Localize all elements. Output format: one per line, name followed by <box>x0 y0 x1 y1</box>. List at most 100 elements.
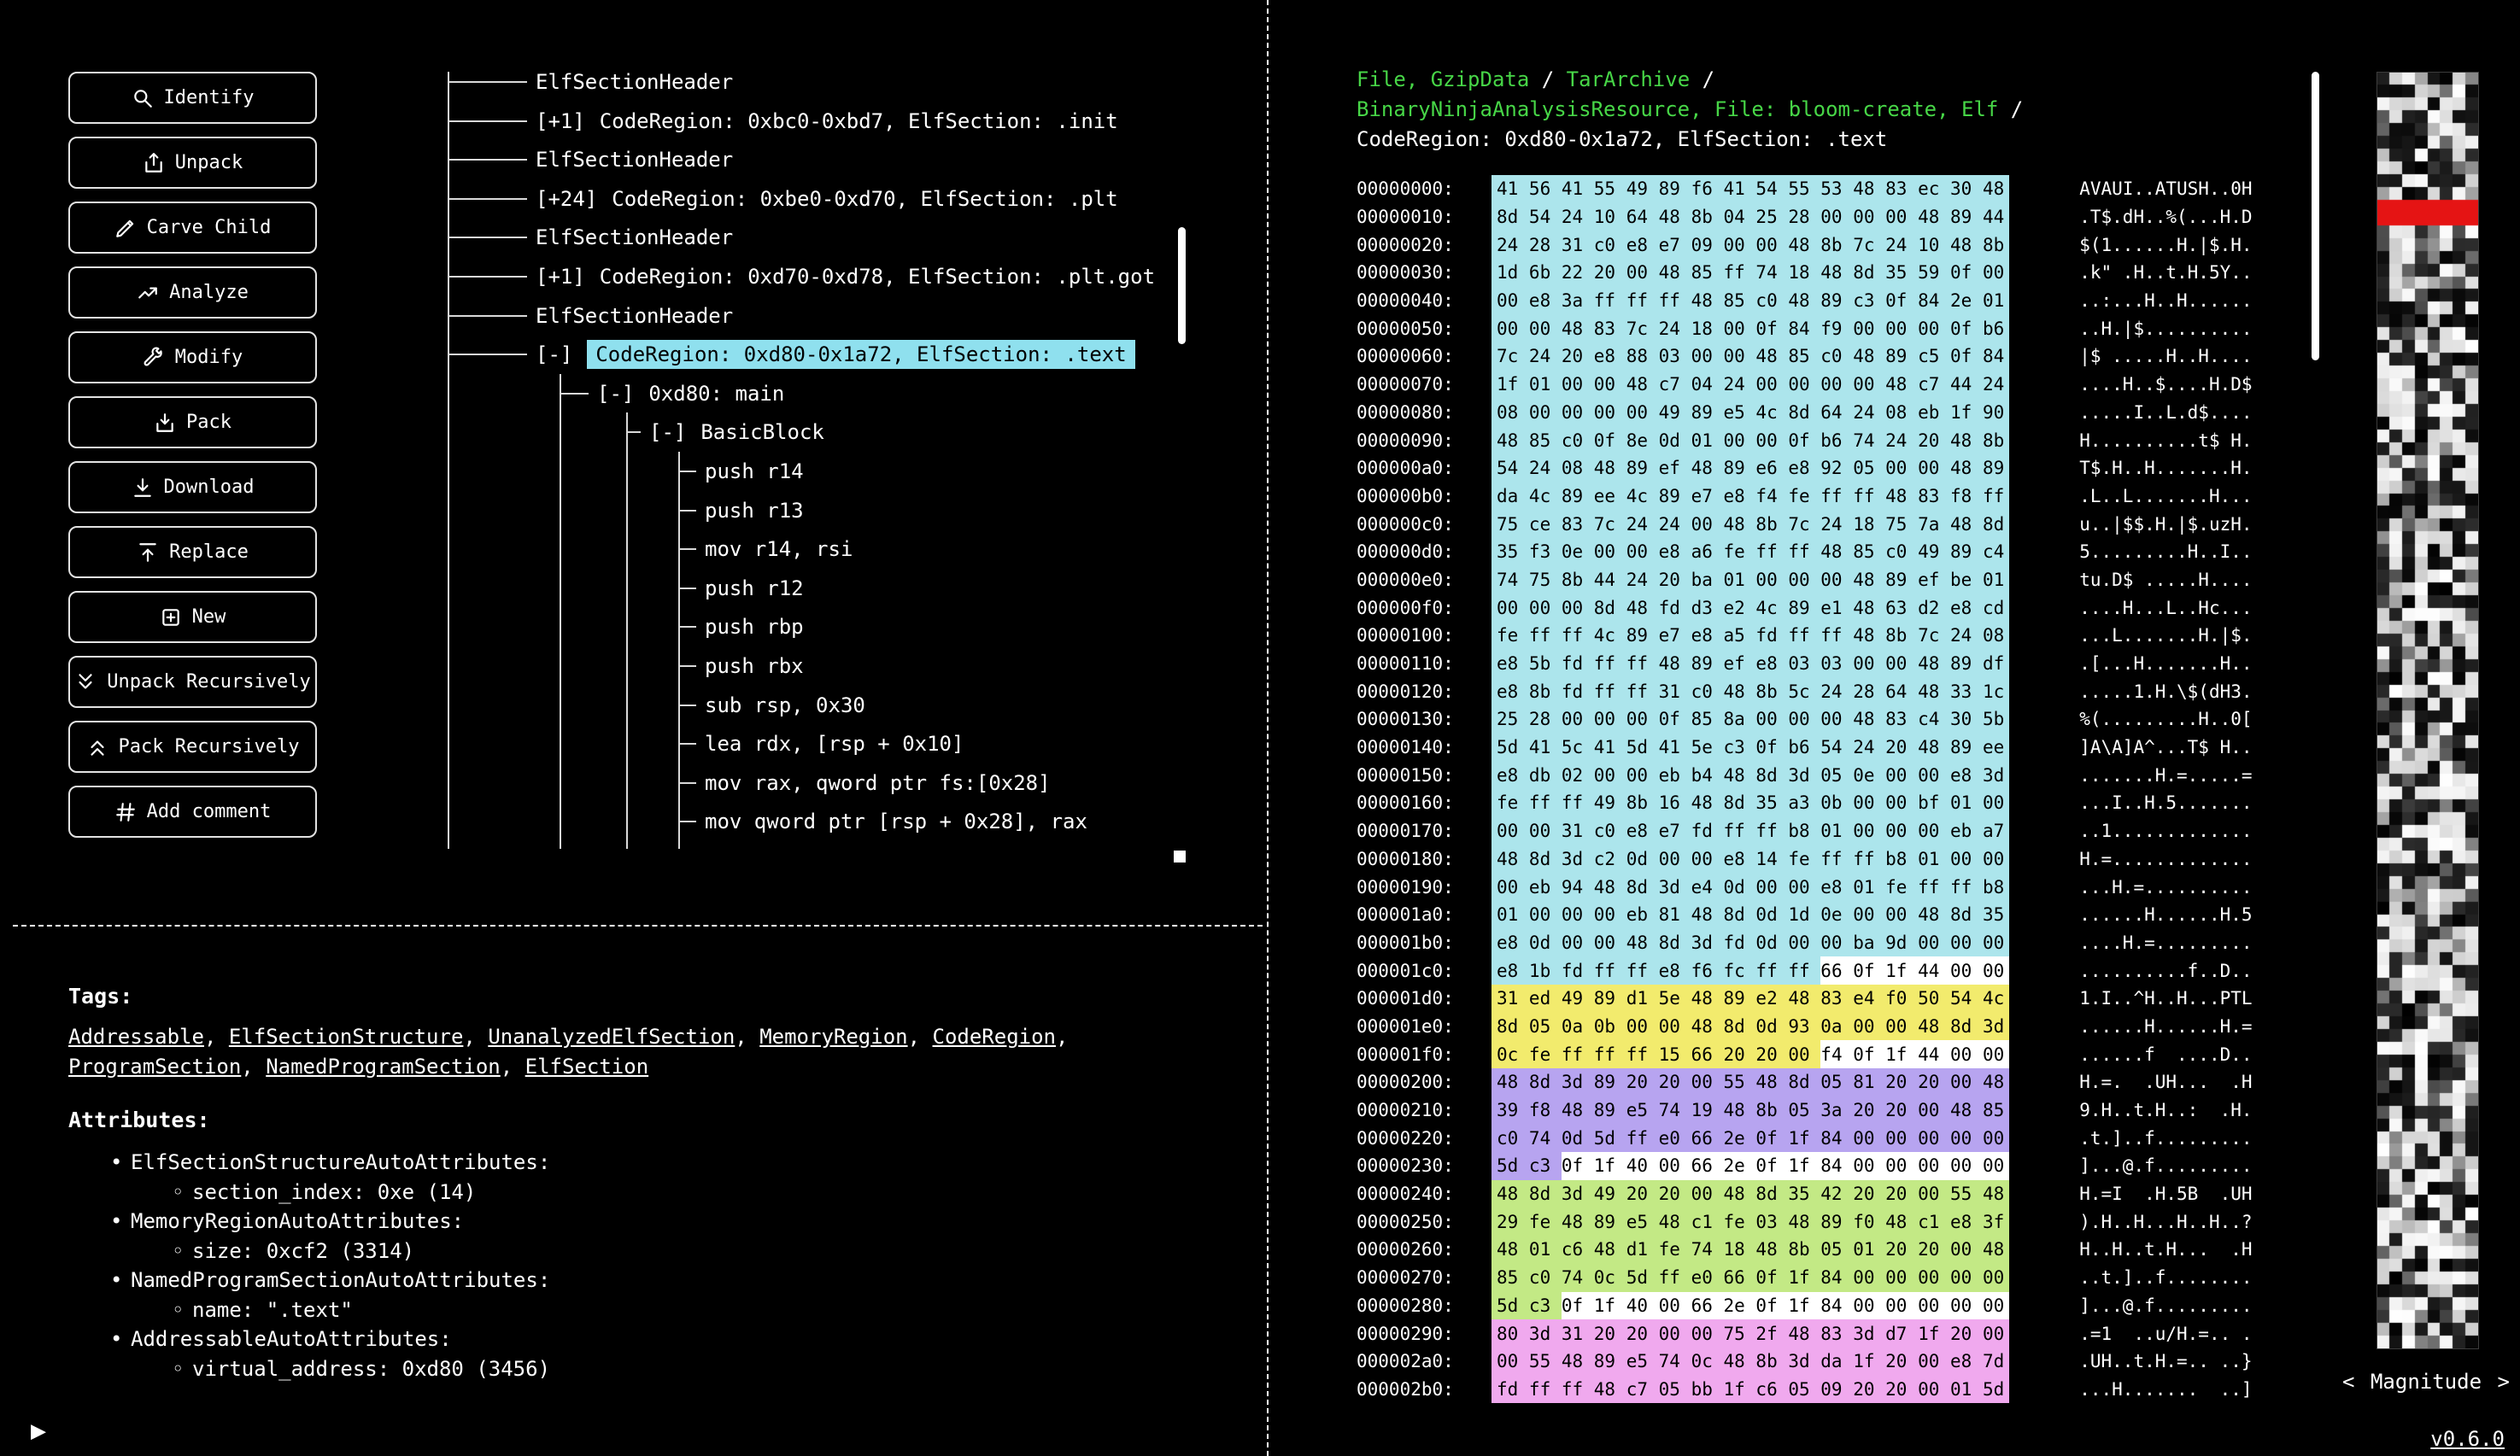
hex-byte-run[interactable]: 0f 1f 40 00 66 2e 0f 1f 84 00 00 00 00 0… <box>1561 1152 2010 1180</box>
add-comment-button[interactable]: Add comment <box>68 786 317 838</box>
pack-button[interactable]: Pack <box>68 396 317 448</box>
expand-toggle[interactable]: [+1] <box>536 109 585 133</box>
hex-byte-run[interactable]: 1d 6b 22 20 00 48 85 ff 74 18 48 8d 35 5… <box>1491 259 2010 287</box>
hex-byte-run[interactable]: 00 00 48 83 7c 24 18 00 0f 84 f9 00 00 0… <box>1491 314 2010 343</box>
hex-byte-run[interactable]: da 4c 89 ee 4c 89 e7 e8 f4 fe ff ff 48 8… <box>1491 482 2010 511</box>
hex-byte-run[interactable]: e8 0d 00 00 48 8d 3d fd 0d 00 00 ba 9d 0… <box>1491 928 2010 957</box>
unpack-recursively-button[interactable]: Unpack Recursively <box>68 656 317 708</box>
hex-byte-run[interactable]: 74 75 8b 44 24 20 ba 01 00 00 00 48 89 e… <box>1491 565 2010 594</box>
hex-row[interactable]: 00000070: 1f 01 00 00 48 c7 04 24 00 00 0… <box>1357 370 2253 399</box>
collapse-toggle[interactable]: [-] <box>597 382 634 406</box>
tag-link[interactable]: ProgramSection <box>68 1055 241 1079</box>
expand-toggle[interactable]: [+24] <box>536 187 597 211</box>
tree-node[interactable]: push r14 <box>705 452 804 491</box>
hex-byte-run[interactable]: fe ff ff 4c 89 e7 e8 a5 fd ff ff 48 8b 7… <box>1491 622 2010 650</box>
tree-node-label[interactable]: CodeRegion: 0xbc0-0xbd7, ElfSection: .in… <box>600 109 1118 133</box>
magnitude-next-arrow[interactable]: > <box>2498 1370 2510 1394</box>
hex-row[interactable]: 000002b0: fd ff ff 48 c7 05 bb 1f c6 05 0… <box>1357 1375 2253 1404</box>
hex-byte-run[interactable]: 48 8d 3d 49 20 20 00 48 8d 35 42 20 20 0… <box>1491 1179 2010 1208</box>
tree-node[interactable]: ElfSectionHeader <box>536 296 733 336</box>
hex-row[interactable]: 000001b0: e8 0d 00 00 48 8d 3d fd 0d 00 0… <box>1357 928 2253 957</box>
hex-byte-run[interactable]: 25 28 00 00 00 0f 85 8a 00 00 00 48 83 c… <box>1491 705 2010 734</box>
pack-recursively-button[interactable]: Pack Recursively <box>68 721 317 773</box>
breadcrumb-ancestor-link[interactable]: BinaryNinjaAnalysisResource, File: bloom… <box>1357 97 1998 121</box>
hex-row[interactable]: 00000210: 39 f8 48 89 e5 74 19 48 8b 05 3… <box>1357 1096 2253 1125</box>
tree-node[interactable]: [-] BasicBlock <box>649 412 824 452</box>
hex-row[interactable]: 00000170: 00 00 31 c0 e8 e7 fd ff ff b8 0… <box>1357 816 2253 845</box>
tree-node-label[interactable]: CodeRegion: 0xd70-0xd78, ElfSection: .pl… <box>600 265 1155 289</box>
hex-byte-run[interactable]: 31 ed 49 89 d1 5e 48 89 e2 48 83 e4 f0 5… <box>1491 984 2010 1013</box>
tree-node-label[interactable]: BasicBlock <box>700 420 824 444</box>
tag-link[interactable]: UnanalyzedElfSection <box>488 1025 735 1049</box>
hex-row[interactable]: 000001c0: e8 1b fd ff ff e8 f6 fc ff ff 6… <box>1357 956 2253 985</box>
tree-node[interactable]: push rbp <box>705 607 804 646</box>
tree-node-label[interactable]: sub rsp, 0x30 <box>705 693 865 717</box>
hex-byte-run[interactable]: 80 3d 31 20 20 00 00 75 2f 48 83 3d d7 1… <box>1491 1319 2010 1348</box>
hex-row[interactable]: 00000280: 5d c3 0f 1f 40 00 66 2e 0f 1f 8… <box>1357 1291 2253 1320</box>
hex-byte-run[interactable]: e8 db 02 00 00 eb b4 48 8d 3d 05 0e 00 0… <box>1491 761 2010 790</box>
tree-node[interactable]: [-] 0xd80: main <box>597 374 784 413</box>
tree-node[interactable]: [+24] CodeRegion: 0xbe0-0xd70, ElfSection… <box>536 179 1118 219</box>
hex-row[interactable]: 00000030: 1d 6b 22 20 00 48 85 ff 74 18 4… <box>1357 259 2253 287</box>
play-button[interactable]: ▶ <box>31 1416 46 1446</box>
tag-link[interactable]: ElfSection <box>525 1055 649 1079</box>
hex-byte-run[interactable]: f4 0f 1f 44 00 00 <box>1820 1040 2010 1068</box>
tree-node-label[interactable]: ElfSectionHeader <box>536 70 733 94</box>
tag-link[interactable]: ElfSectionStructure <box>229 1025 464 1049</box>
tag-link[interactable]: MemoryRegion <box>759 1025 907 1049</box>
hex-scrollbar[interactable] <box>2312 72 2319 360</box>
tree-scrollbar[interactable] <box>1178 227 1186 344</box>
tree-node[interactable]: lea rdx, [rsp + 0x10] <box>705 724 964 763</box>
unpack-button[interactable]: Unpack <box>68 137 317 189</box>
identify-button[interactable]: Identify <box>68 72 317 124</box>
hex-byte-run[interactable]: 0c fe ff ff ff 15 66 20 20 00 <box>1491 1040 1821 1068</box>
hex-byte-run[interactable]: 48 01 c6 48 d1 fe 74 18 48 8b 05 01 20 2… <box>1491 1236 2010 1264</box>
tree-node-label[interactable]: 0xd80: main <box>648 382 784 406</box>
hex-byte-run[interactable]: 01 00 00 00 eb 81 48 8d 0d 1d 0e 00 00 4… <box>1491 900 2010 929</box>
tree-node-label[interactable]: push r12 <box>705 576 804 600</box>
hex-row[interactable]: 000000a0: 54 24 08 48 89 ef 48 89 e6 e8 9… <box>1357 453 2253 482</box>
hex-byte-run[interactable]: 00 eb 94 48 8d 3d e4 0d 00 00 e8 01 fe f… <box>1491 873 2010 901</box>
hex-byte-run[interactable]: 35 f3 0e 00 00 e8 a6 fe ff ff 48 85 c0 4… <box>1491 537 2010 566</box>
hex-byte-run[interactable]: 00 00 00 8d 48 fd d3 e2 4c 89 e1 48 63 d… <box>1491 594 2010 622</box>
hex-byte-run[interactable]: c0 74 0d 5d ff e0 66 2e 0f 1f 84 00 00 0… <box>1491 1124 2010 1153</box>
modify-button[interactable]: Modify <box>68 331 317 383</box>
tree-node[interactable]: push rbx <box>705 646 804 686</box>
hex-byte-run[interactable]: 48 8d 3d c2 0d 00 00 e8 14 fe ff ff b8 0… <box>1491 845 2010 874</box>
version-link[interactable]: v0.6.0 <box>2430 1427 2505 1451</box>
hex-row[interactable]: 000000f0: 00 00 00 8d 48 fd d3 e2 4c 89 e… <box>1357 594 2253 622</box>
tree-node-label[interactable]: mov rax, qword ptr fs:[0x28] <box>705 771 1051 795</box>
hex-byte-run[interactable]: e8 5b fd ff ff 48 89 ef e8 03 03 00 00 4… <box>1491 649 2010 678</box>
hex-byte-run[interactable]: 75 ce 83 7c 24 24 00 48 8b 7c 24 18 75 7… <box>1491 510 2010 538</box>
hex-row[interactable]: 00000150: e8 db 02 00 00 eb b4 48 8d 3d 0… <box>1357 761 2253 790</box>
tree-node[interactable]: mov rax, qword ptr fs:[0x28] <box>705 763 1051 803</box>
hex-row[interactable]: 000001d0: 31 ed 49 89 d1 5e 48 89 e2 48 8… <box>1357 984 2253 1013</box>
tree-node[interactable]: [+1] CodeRegion: 0xd70-0xd78, ElfSection:… <box>536 257 1155 296</box>
hex-row[interactable]: 00000250: 29 fe 48 89 e5 48 c1 fe 03 48 8… <box>1357 1207 2253 1237</box>
tree-node[interactable]: push r12 <box>705 569 804 608</box>
tag-link[interactable]: CodeRegion <box>933 1025 1057 1049</box>
hex-row[interactable]: 00000240: 48 8d 3d 49 20 20 00 48 8d 35 4… <box>1357 1179 2253 1208</box>
hex-row[interactable]: 00000270: 85 c0 74 0c 5d ff e0 66 0f 1f 8… <box>1357 1263 2253 1292</box>
hex-row[interactable]: 000001a0: 01 00 00 00 eb 81 48 8d 0d 1d 0… <box>1357 900 2253 929</box>
hex-byte-run[interactable]: 1f 01 00 00 48 c7 04 24 00 00 00 00 48 c… <box>1491 370 2010 399</box>
hex-byte-run[interactable]: 24 28 31 c0 e8 e7 09 00 00 48 8b 7c 24 1… <box>1491 231 2010 260</box>
hex-byte-run[interactable]: e8 1b fd ff ff e8 f6 fc ff ff <box>1491 956 1821 985</box>
hex-row[interactable]: 00000120: e8 8b fd ff ff 31 c0 48 8b 5c 2… <box>1357 677 2253 706</box>
hex-row[interactable]: 00000230: 5d c3 0f 1f 40 00 66 2e 0f 1f 8… <box>1357 1152 2253 1180</box>
hex-row[interactable]: 00000080: 08 00 00 00 00 49 89 e5 4c 8d 6… <box>1357 398 2253 427</box>
hex-row[interactable]: 00000220: c0 74 0d 5d ff e0 66 2e 0f 1f 8… <box>1357 1124 2253 1153</box>
hex-byte-run[interactable]: 8d 54 24 10 64 48 8b 04 25 28 00 00 00 4… <box>1491 202 2010 231</box>
hex-byte-run[interactable]: 8d 05 0a 0b 00 00 48 8d 0d 93 0a 00 00 4… <box>1491 1012 2010 1041</box>
hex-row[interactable]: 00000000: 41 56 41 55 49 89 f6 41 54 55 5… <box>1357 175 2253 203</box>
hex-row[interactable]: 000001f0: 0c fe ff ff ff 15 66 20 20 00 f… <box>1357 1040 2253 1068</box>
hex-row[interactable]: 00000040: 00 e8 3a ff ff ff 48 85 c0 48 8… <box>1357 286 2253 315</box>
tree-node-label[interactable]: ElfSectionHeader <box>536 148 733 172</box>
hex-byte-run[interactable]: 00 00 31 c0 e8 e7 fd ff ff b8 01 00 00 0… <box>1491 816 2010 845</box>
hex-row[interactable]: 00000050: 00 00 48 83 7c 24 18 00 0f 84 f… <box>1357 314 2253 343</box>
hex-row[interactable]: 00000160: fe ff ff 49 8b 16 48 8d 35 a3 0… <box>1357 789 2253 817</box>
new-button[interactable]: New <box>68 591 317 643</box>
hex-byte-run[interactable]: 66 0f 1f 44 00 00 <box>1820 956 2010 985</box>
tree-node[interactable]: ElfSectionHeader <box>536 140 733 179</box>
tree-node-label[interactable]: CodeRegion: 0xd80-0x1a72, ElfSection: .t… <box>587 340 1135 370</box>
